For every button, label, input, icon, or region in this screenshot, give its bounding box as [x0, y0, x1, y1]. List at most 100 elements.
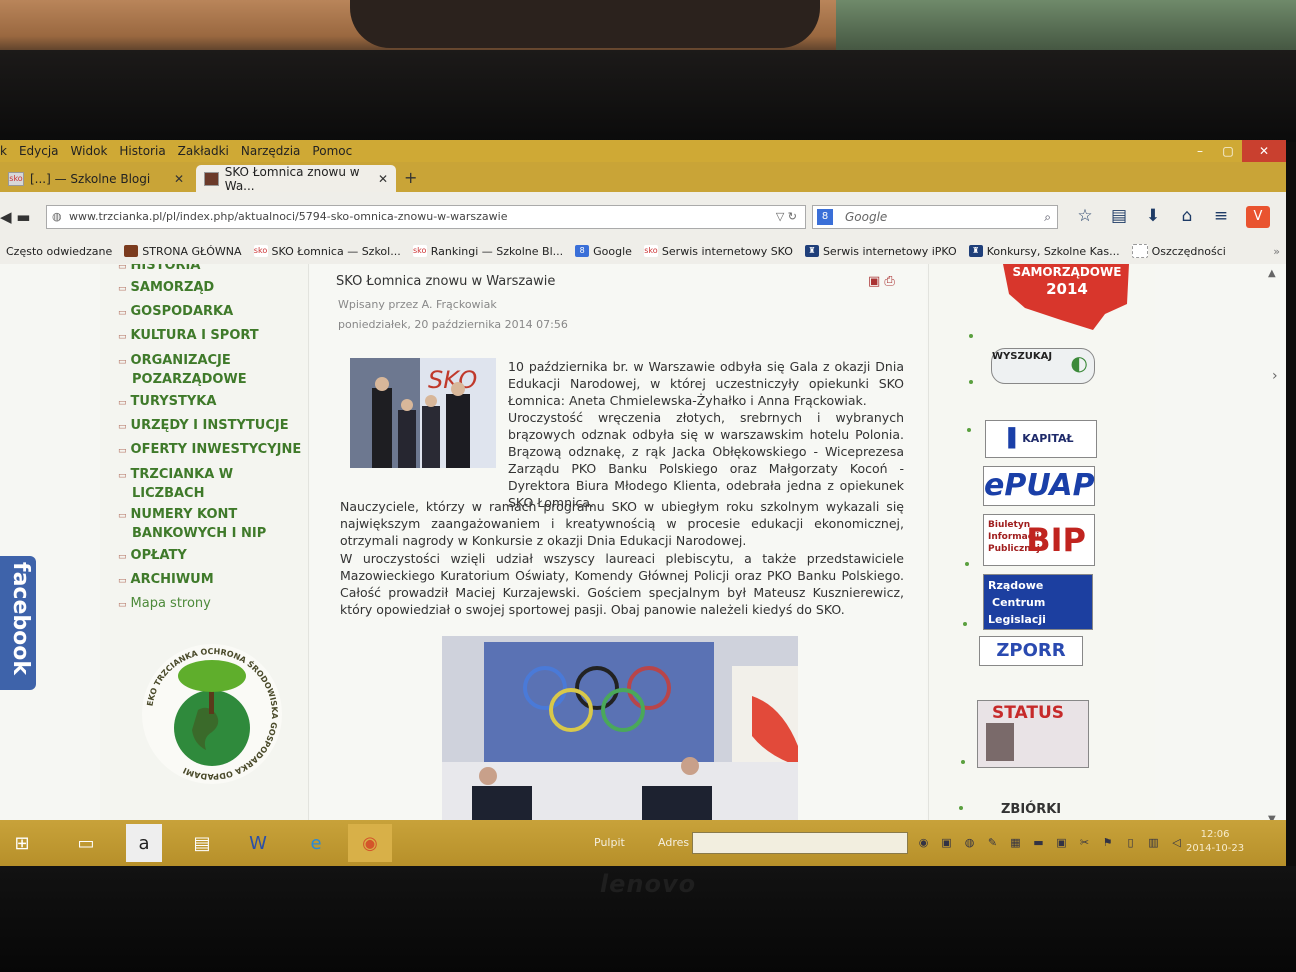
article-date: poniedziałek, 20 października 2014 07:56 [338, 318, 568, 331]
nav-kultura-sport[interactable]: ▭ KULTURA I SPORT [118, 328, 259, 343]
scroll-thumb[interactable]: › [1272, 368, 1278, 384]
nav-urzedy[interactable]: ▭ URZĘDY I INSTYTUCJE [118, 418, 289, 433]
gala-photo[interactable]: SKO [350, 358, 496, 468]
bookmark-star-icon[interactable]: ☆ [1068, 206, 1102, 226]
bookmark-czesto[interactable]: Często odwiedzane [0, 245, 118, 258]
search-box[interactable]: 8 Google ⌕ [812, 205, 1058, 229]
nav-archiwum[interactable]: ▭ ARCHIWUM [118, 572, 214, 587]
nav-turystyka[interactable]: ▭ TURYSTYKA [118, 394, 216, 409]
word-icon[interactable]: W [236, 824, 280, 862]
bookmark-strona-glowna[interactable]: STRONA GŁÓWNA [118, 245, 247, 258]
bookmark-oszczednosci[interactable]: Oszczędności [1126, 244, 1232, 258]
stage-photo[interactable] [442, 636, 798, 820]
search-icon[interactable]: ⌕ [1044, 206, 1051, 228]
nav-organizacje[interactable]: ▭ ORGANIZACJE POZARZĄDOWE [118, 352, 247, 389]
bookmark-konkursy[interactable]: ♜ Konkursy, Szkolne Kas... [963, 245, 1126, 258]
bullet-icon: ▭ [118, 284, 127, 294]
amazon-icon[interactable]: a [126, 824, 162, 862]
tray-icon[interactable]: ▬ [1027, 836, 1050, 849]
url-bar[interactable]: ◍ www.trzcianka.pl/pl/index.php/aktualno… [46, 205, 806, 229]
menu-narzedzia[interactable]: Narzędzia [235, 144, 307, 158]
bookmark-ipko[interactable]: ♜ Serwis internetowy iPKO [799, 245, 963, 258]
pdf-print-icons[interactable]: ▣ ⎙ [868, 274, 895, 289]
rcl-banner[interactable]: Rządowe Centrum Legislacji [983, 574, 1093, 630]
kapital-ludzki-banner[interactable]: ▌KAPITAŁ LUDZKI [985, 420, 1097, 481]
bookmark-rankingi[interactable]: sko Rankingi — Szkolne Bl... [407, 245, 569, 258]
nav-numery-kont[interactable]: ▭ NUMERY KONT BANKOWYCH I NIP [118, 506, 266, 543]
nav-trzcianka-liczbach[interactable]: ▭ TRZCIANKA W LICZBACH [118, 466, 233, 503]
search-placeholder: Google [845, 210, 888, 224]
download-icon[interactable]: ⬇ [1136, 206, 1170, 226]
start-windows-icon[interactable]: ⊞ [0, 824, 44, 862]
bookmark-sko-lomnica[interactable]: sko SKO Łomnica — Szkol... [248, 245, 407, 258]
nav-historia[interactable]: ▭ HISTORIA [118, 264, 200, 273]
network-icon[interactable]: ▥ [1142, 836, 1165, 849]
taskbar-address-input[interactable] [692, 832, 908, 854]
status-banner[interactable]: STATUS [977, 700, 1089, 768]
battery-icon[interactable]: ▯ [1119, 836, 1142, 849]
site-favicon-icon [204, 171, 219, 186]
tray-icon[interactable]: ▣ [1050, 836, 1073, 849]
tab-szkolne-blogi[interactable]: sko [...] — Szkolne Blogi ✕ [0, 165, 192, 192]
bullet-icon: ▭ [118, 446, 127, 456]
article-title[interactable]: SKO Łomnica znowu w Warszawie [336, 274, 555, 289]
maximize-button[interactable]: ▢ [1214, 140, 1242, 162]
article-paragraph-3: Nauczyciele, którzy w ramach programu SK… [340, 499, 904, 548]
back-arrow-icon[interactable]: ◀ ▬ [0, 208, 30, 226]
menu-historia[interactable]: Historia [113, 144, 171, 158]
menu-item-fragment[interactable]: k [0, 144, 13, 158]
tray-icon[interactable]: ◍ [958, 836, 981, 849]
file-explorer-icon[interactable]: ▭ [64, 824, 108, 862]
nav-oplaty[interactable]: ▭ OPŁATY [118, 548, 187, 563]
internet-explorer-icon[interactable]: e [294, 824, 338, 862]
nav-oferty[interactable]: ▭ OFERTY INWESTYCYJNE [118, 442, 301, 457]
tab-sko-lomnica[interactable]: SKO Łomnica znowu w Wa... ✕ [196, 165, 396, 193]
menu-edycja[interactable]: Edycja [13, 144, 65, 158]
minimize-button[interactable]: – [1186, 140, 1214, 162]
tab-close-icon[interactable]: ✕ [174, 172, 184, 186]
nav-gospodarka[interactable]: ▭ GOSPODARKA [118, 304, 233, 319]
eko-trzcianka-logo[interactable]: EKO TRZCIANKA OCHRONA ŚRODOWISKA GOSPODA… [138, 640, 286, 788]
scroll-up-icon[interactable]: ▲ [1268, 268, 1276, 279]
home-icon[interactable]: ⌂ [1170, 206, 1204, 226]
url-dropdown-reload-icon[interactable]: ▽ ↻ [776, 206, 797, 228]
samorzadowe-banner[interactable]: SAMORZĄDOWE 2014 [1001, 264, 1131, 330]
epuap-banner[interactable]: ePUAP [983, 466, 1095, 506]
firefox-icon[interactable]: ◉ [348, 824, 392, 862]
zbiorki-banner[interactable]: ZBIÓRKI [1001, 802, 1061, 817]
hamburger-menu-icon[interactable]: ≡ [1204, 206, 1238, 226]
flag-icon[interactable]: ⚑ [1096, 836, 1119, 849]
tab-bar: sko [...] — Szkolne Blogi ✕ SKO Łomnica … [0, 162, 1286, 193]
close-window-button[interactable]: ✕ [1242, 140, 1286, 162]
vivaldi-icon[interactable]: V [1246, 206, 1270, 228]
article-paragraph-4: W uroczystości wzięli udział wszyscy lau… [340, 551, 904, 617]
menu-pomoc[interactable]: Pomoc [306, 144, 358, 158]
tray-icon[interactable]: ✂ [1073, 836, 1096, 849]
bookmarks-overflow-icon[interactable]: » [1267, 245, 1286, 258]
tray-icon[interactable]: ▣ [935, 836, 958, 849]
menu-widok[interactable]: Widok [65, 144, 114, 158]
clipboard-icon[interactable]: ▤ [1102, 206, 1136, 226]
taskbar-clock[interactable]: 12:06 2014-10-23 [1186, 828, 1244, 856]
tray-icon[interactable]: ◉ [912, 836, 935, 849]
tray-icon[interactable]: ▦ [1004, 836, 1027, 849]
notepad-icon[interactable]: ▤ [180, 824, 224, 862]
volume-icon[interactable]: ◁ [1165, 836, 1188, 849]
bookmark-google[interactable]: 8 Google [569, 245, 638, 258]
zporr-banner[interactable]: ZPORR [979, 636, 1083, 666]
nav-samorzad[interactable]: ▭ SAMORZĄD [118, 280, 214, 295]
tab-close-icon[interactable]: ✕ [378, 172, 388, 186]
wyszukaj-banner[interactable]: WYSZUKAJ ◐ [991, 348, 1095, 384]
google-engine-icon[interactable]: 8 [817, 209, 833, 225]
new-tab-button[interactable]: + [404, 168, 417, 187]
menu-zakladki[interactable]: Zakładki [172, 144, 235, 158]
page-scrollbar[interactable]: ▲ › ▼ [1266, 264, 1280, 820]
nav-mapa-strony[interactable]: ▭ Mapa strony [118, 596, 211, 611]
screen: k Edycja Widok Historia Zakładki Narzędz… [0, 140, 1286, 868]
facebook-tab[interactable]: facebook [0, 556, 36, 690]
pulpit-label[interactable]: Pulpit [594, 836, 625, 849]
bip-banner[interactable]: Biuletyn Informacji Publicznej BIP [983, 514, 1095, 566]
globe-icon: ◍ [52, 210, 62, 223]
bookmark-serwis-sko[interactable]: sko Serwis internetowy SKO [638, 245, 799, 258]
tray-icon[interactable]: ✎ [981, 836, 1004, 849]
